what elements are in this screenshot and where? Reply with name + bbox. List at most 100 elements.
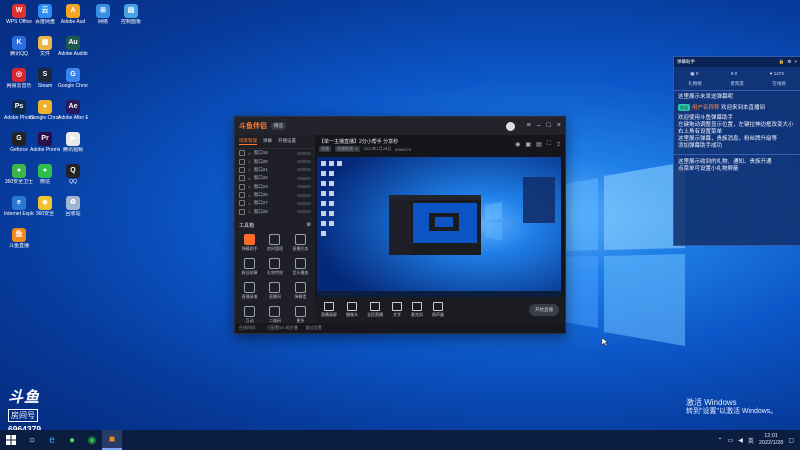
desktop-icon[interactable]: ▤ 控制面板 [116, 4, 146, 25]
visibility-icon[interactable] [239, 200, 245, 207]
toolbox-item[interactable]: 更多 [288, 306, 313, 324]
desktop-icon[interactable]: A Adobe Aud [58, 4, 88, 25]
toolbox-item[interactable]: 直播间 [262, 282, 287, 300]
scene-row[interactable]: ⌂ 窗口25 [235, 191, 315, 199]
scene-toggle[interactable] [297, 151, 311, 155]
douyu-companion-window[interactable]: 斗鱼伴侣 精选 ≡ – □ × 场景管理 弹幕 开播设置 ⌂ 窗口16 ⌂ 窗口20 ⌂… [234, 116, 566, 334]
edge-icon[interactable]: e [42, 430, 62, 450]
menu-icon[interactable]: ≡ [527, 122, 531, 131]
status-skip-settings[interactable]: 跳过设置 [306, 325, 322, 331]
scene-toggle[interactable] [297, 210, 311, 214]
desktop-icon[interactable]: ● 微信 [30, 164, 60, 185]
fullscreen-icon[interactable]: ⛶ [547, 141, 551, 148]
lock-icon[interactable]: ⌂ [248, 201, 251, 206]
lock-icon[interactable]: ⌂ [248, 193, 251, 198]
search-icon[interactable]: ○ [22, 430, 42, 450]
settings-icon[interactable]: ⚙ [787, 59, 791, 65]
record-icon[interactable]: ◉ [515, 141, 520, 148]
douyu-taskbar-icon[interactable]: ■ [102, 430, 122, 450]
start-button[interactable] [0, 435, 22, 445]
toolbox-item[interactable]: 礼物特效 [262, 258, 287, 276]
toolbox-item[interactable]: 直播录像 [237, 282, 262, 300]
tool-camera[interactable]: 摄像头 [346, 302, 358, 318]
toolbox-item[interactable]: 互动 [237, 306, 262, 324]
scene-row[interactable]: ⌂ 窗口20 [235, 157, 315, 165]
network-icon[interactable]: ▭ [728, 437, 734, 444]
360-browser-icon[interactable]: ● [62, 430, 82, 450]
scene-toggle[interactable] [297, 160, 311, 164]
toolbox-item[interactable]: 二维码 [262, 306, 287, 324]
desktop-icon[interactable]: Q QQ [58, 164, 88, 185]
close-icon[interactable]: × [557, 122, 561, 131]
taskbar-clock[interactable]: 12:01 2022/1/28 [759, 433, 783, 447]
input-language[interactable]: 英 [748, 436, 754, 445]
stream-preview[interactable] [317, 157, 561, 297]
desktop-icon[interactable]: AeAdobe After Effects [58, 100, 88, 121]
toolbox-settings-icon[interactable]: ⚙ [307, 222, 311, 229]
visibility-icon[interactable] [239, 208, 245, 215]
close-icon[interactable]: × [794, 59, 797, 65]
room-meta-category[interactable]: 直播视频 ·6 [335, 146, 360, 152]
assistant-header[interactable]: 弹幕助手 🔒 ⚙ × [674, 57, 800, 67]
desktop-icon[interactable]: GGoogle Chrome [58, 68, 88, 89]
scene-row[interactable]: ⌂ 窗口27 [235, 199, 315, 207]
app-badge[interactable]: 精选 [271, 122, 286, 130]
lock-icon[interactable]: ⌂ [248, 159, 251, 164]
wechat-icon[interactable]: ◉ [82, 430, 102, 450]
lock-icon[interactable]: ⌂ [248, 167, 251, 172]
desktop-icon[interactable]: ⊞ 网络 [88, 4, 118, 25]
scene-toggle[interactable] [297, 176, 311, 180]
toolbox-item[interactable]: 弹幕助手 [237, 234, 262, 252]
visibility-icon[interactable] [239, 183, 245, 190]
scene-toggle[interactable] [297, 185, 311, 189]
toolbox-item[interactable]: 房间管理 [262, 234, 287, 252]
visibility-icon[interactable] [239, 158, 245, 165]
desktop-icon[interactable]: 云百度网盘 [30, 4, 60, 25]
tab-live-settings[interactable]: 开播设置 [278, 138, 296, 145]
visibility-icon[interactable] [239, 150, 245, 157]
tab-danmaku[interactable]: 弹幕 [263, 138, 272, 145]
scene-row[interactable]: ⌂ 窗口24 [235, 183, 315, 191]
start-live-button[interactable]: 开始直播 [529, 304, 559, 316]
desktop-icon[interactable]: ▶ 腾讯视频 [58, 132, 88, 153]
desktop-icon[interactable]: ▦ 文件 [30, 36, 60, 57]
lock-icon[interactable]: ⌂ [248, 209, 251, 214]
layout-icon[interactable]: ▤ [536, 141, 542, 148]
share-icon[interactable]: ⇪ [556, 141, 561, 148]
scene-toggle[interactable] [297, 193, 311, 197]
maximize-icon[interactable]: □ [547, 122, 551, 131]
scene-row[interactable]: ⌂ 窗口16 [235, 149, 315, 157]
desktop-icon[interactable]: S Steam [30, 68, 60, 89]
scene-row[interactable]: ⌂ 窗口28 [235, 208, 315, 216]
lock-icon[interactable]: 🔒 [779, 59, 785, 65]
volume-icon[interactable]: ◀ [738, 437, 743, 444]
avatar[interactable] [505, 121, 515, 131]
toolbox-item[interactable]: 音乐播放 [288, 258, 313, 276]
tool-speaker[interactable]: 扬声器 [432, 302, 444, 318]
lock-icon[interactable]: ⌂ [248, 176, 251, 181]
visibility-icon[interactable] [239, 166, 245, 173]
tab-vip-seat[interactable]: 贵宾席 [730, 81, 744, 87]
desktop-icon[interactable]: 鱼斗鱼直播 [4, 228, 34, 249]
tool-screen-record[interactable]: 直播录屏 [321, 302, 337, 318]
scene-row[interactable]: ⌂ 窗口21 [235, 166, 315, 174]
tool-text[interactable]: 文字 [392, 302, 402, 318]
desktop-icon[interactable]: ◆ 360安全 [30, 196, 60, 217]
minimize-icon[interactable]: – [537, 122, 541, 131]
desktop-icon[interactable]: ●Google Chrome [30, 100, 60, 121]
lock-icon[interactable]: ⌂ [248, 151, 251, 156]
scene-toggle[interactable] [297, 168, 311, 172]
tool-full-live[interactable]: 全民直播 [367, 302, 383, 318]
scene-row[interactable]: ⌂ 窗口22 [235, 174, 315, 182]
notification-icon[interactable]: ▢ [788, 437, 794, 444]
toolbox-item[interactable]: 直播任务 [288, 234, 313, 252]
tab-gift-rank[interactable]: 礼物榜 [688, 81, 702, 87]
tab-scenes[interactable]: 场景管理 [239, 138, 257, 145]
danmaku-assistant-panel[interactable]: 弹幕助手 🔒 ⚙ × ▣ 0 ¥ 0 ♥ 1473 礼物榜 贵宾席 在线榜 这里… [673, 56, 800, 246]
tray-chevron-icon[interactable]: ⌃ [718, 437, 723, 444]
tool-microphone[interactable]: 麦克风 [411, 302, 423, 318]
toolbox-item[interactable]: 粉丝勋章 [237, 258, 262, 276]
desktop-icon[interactable]: AuAdobe Audition [58, 36, 88, 57]
scene-toggle[interactable] [297, 201, 311, 205]
app-titlebar[interactable]: 斗鱼伴侣 精选 ≡ – □ × [235, 117, 565, 135]
